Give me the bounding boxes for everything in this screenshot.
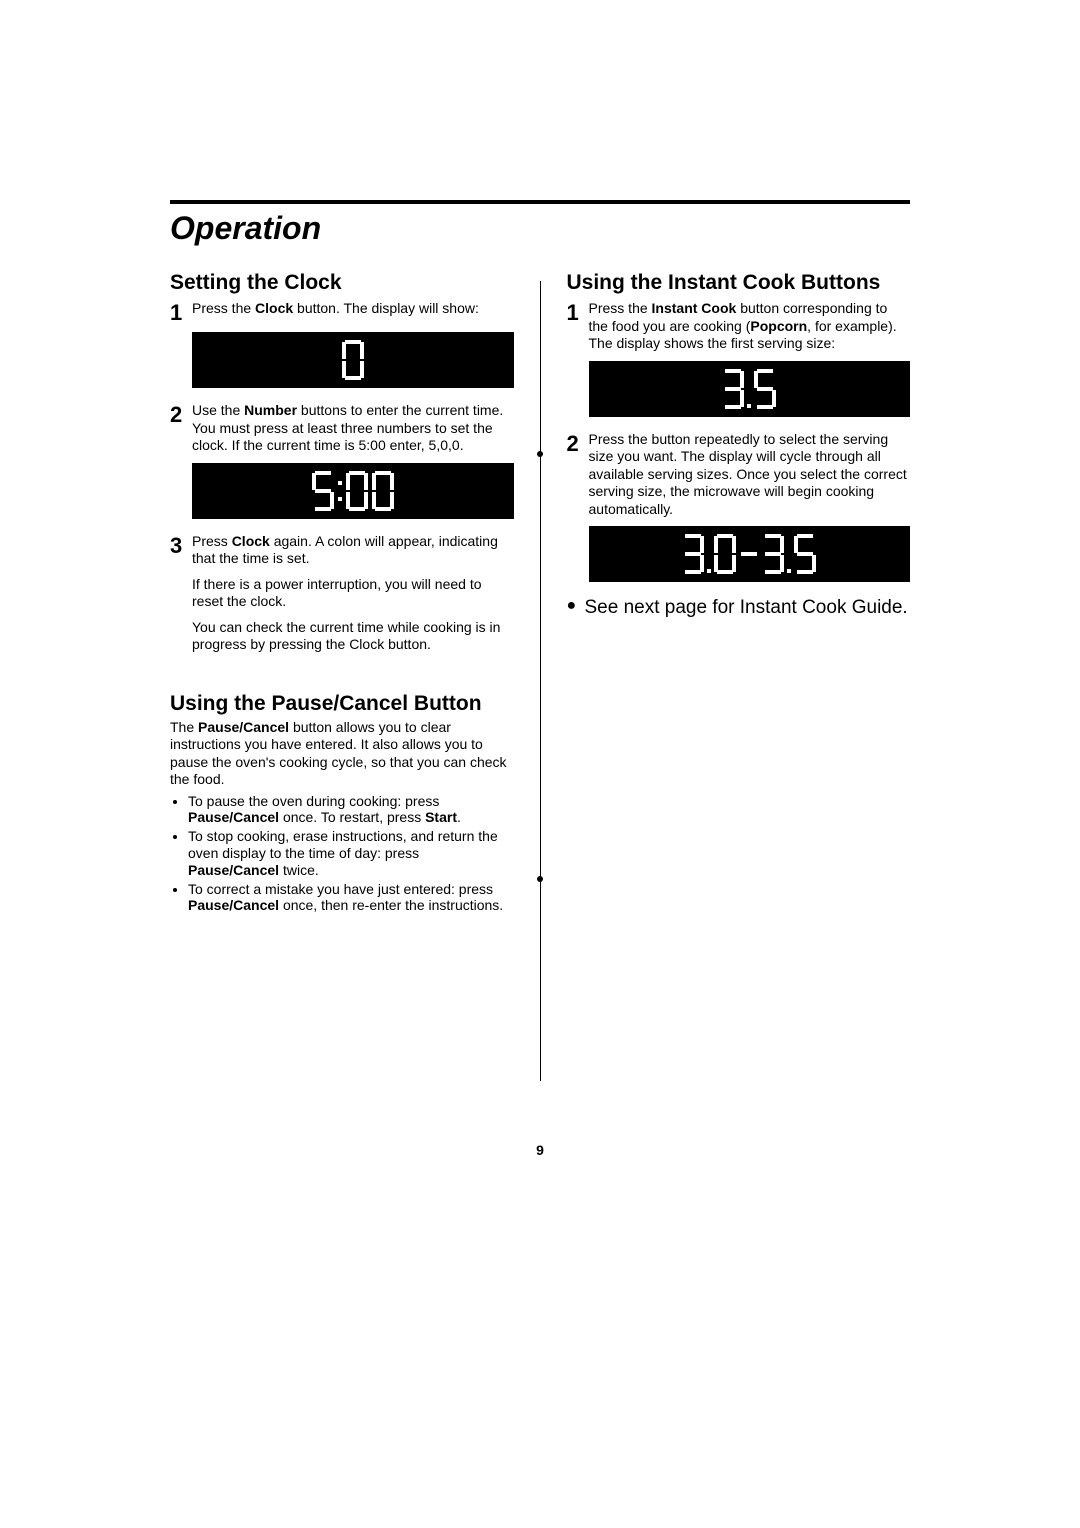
pause-heading: Using the Pause/Cancel Button	[170, 692, 514, 715]
left-column: Setting the Clock 1 Press the Clock butt…	[170, 271, 514, 1091]
lcd-display	[589, 361, 911, 417]
right-column: Using the Instant Cook Buttons 1 Press t…	[567, 271, 911, 1091]
pause-bullet: To correct a mistake you have just enter…	[188, 881, 514, 915]
instant-heading: Using the Instant Cook Buttons	[567, 271, 911, 294]
pause-bullet: To stop cooking, erase instructions, and…	[188, 828, 514, 878]
pause-bullet: To pause the oven during cooking: press …	[188, 793, 514, 827]
divider-dot	[537, 876, 543, 882]
bullet-dot-icon: ●	[567, 596, 585, 615]
page-title: Operation	[170, 210, 910, 247]
pause-bullets: To pause the oven during cooking: press …	[170, 793, 514, 915]
instant-note-text: See next page for Instant Cook Guide.	[585, 596, 908, 621]
instant-step-2: 2 Press the button repeatedly to select …	[567, 431, 911, 519]
pause-intro: The Pause/Cancel button allows you to cl…	[170, 719, 514, 789]
instant-step-2-body: Press the button repeatedly to select th…	[589, 431, 911, 519]
clock-step-2: 2 Use the Number buttons to enter the cu…	[170, 402, 514, 455]
divider-dot	[537, 451, 543, 457]
page-number: 9	[0, 1142, 1080, 1158]
clock-step-3-p3: You can check the current time while coo…	[192, 619, 514, 654]
instant-cook-section: Using the Instant Cook Buttons 1 Press t…	[567, 271, 911, 621]
instant-step-1-body: Press the Instant Cook button correspond…	[589, 300, 911, 353]
clock-step-3-p2: If there is a power interruption, you wi…	[192, 576, 514, 611]
instant-step-1: 1 Press the Instant Cook button correspo…	[567, 300, 911, 353]
section-rule	[170, 200, 910, 204]
content-columns: Setting the Clock 1 Press the Clock butt…	[170, 271, 910, 1091]
lcd-display	[589, 526, 911, 582]
pause-cancel-section: Using the Pause/Cancel Button The Pause/…	[170, 692, 514, 915]
step-number: 2	[567, 431, 589, 455]
lcd-display	[192, 332, 514, 388]
clock-step-3: 3 Press Clock again. A colon will appear…	[170, 533, 514, 662]
step-number: 1	[567, 300, 589, 324]
step-number: 2	[170, 402, 192, 426]
step-number: 3	[170, 533, 192, 557]
setting-clock-section: Setting the Clock 1 Press the Clock butt…	[170, 271, 514, 662]
clock-step-1-body: Press the Clock button. The display will…	[192, 300, 514, 318]
step-number: 1	[170, 300, 192, 324]
column-separator	[540, 281, 541, 1081]
clock-step-3-body: Press Clock again. A colon will appear, …	[192, 533, 514, 662]
lcd-display	[192, 463, 514, 519]
clock-step-1: 1 Press the Clock button. The display wi…	[170, 300, 514, 324]
clock-step-3-p1: Press Clock again. A colon will appear, …	[192, 533, 514, 568]
clock-heading: Setting the Clock	[170, 271, 514, 294]
instant-note: ● See next page for Instant Cook Guide.	[567, 596, 911, 621]
clock-step-2-body: Use the Number buttons to enter the curr…	[192, 402, 514, 455]
